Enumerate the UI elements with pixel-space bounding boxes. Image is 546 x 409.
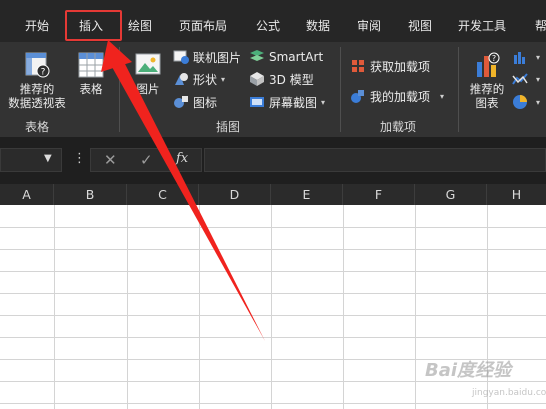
formula-input[interactable]	[204, 148, 546, 172]
tab-developer[interactable]: 开发工具	[458, 17, 506, 34]
picture-icon	[135, 53, 161, 75]
online-picture-icon	[173, 50, 189, 64]
gridline	[199, 205, 200, 409]
table-icon	[78, 52, 104, 78]
watermark-url: jingyan.baidu.com	[472, 388, 546, 398]
gridline	[0, 271, 546, 272]
gridline	[0, 249, 546, 250]
get-addins-button[interactable]: 获取加载项	[350, 57, 430, 75]
online-pictures-button[interactable]: 联机图片	[173, 48, 241, 66]
gridline	[54, 205, 55, 409]
illustrations-group-label: 插图	[216, 120, 241, 134]
chevron-down-icon: ▾	[221, 74, 226, 84]
formula-bar-area: ▼ ⋮ ✕ ✓ fx	[0, 137, 546, 184]
3d-models-button[interactable]: 3D 模型	[249, 70, 314, 88]
group-separator	[340, 47, 341, 132]
recommended-charts-icon: ?	[477, 52, 500, 77]
insert-function-icon[interactable]: fx	[176, 151, 188, 166]
group-separator	[119, 47, 120, 132]
chevron-down-icon: ▾	[321, 97, 326, 107]
gridline	[0, 315, 546, 316]
icons-icon	[174, 96, 188, 108]
icons-button[interactable]: 图标	[173, 93, 217, 111]
gridline	[0, 293, 546, 294]
table-button[interactable]: 表格	[72, 50, 110, 96]
name-box[interactable]	[0, 148, 62, 172]
smartart-button[interactable]: SmartArt	[249, 48, 323, 66]
pie-chart-icon	[513, 95, 527, 109]
chevron-down-icon: ▾	[440, 91, 445, 101]
column-header-d[interactable]: D	[199, 184, 271, 205]
pie-chart-button[interactable]: ▾	[512, 93, 540, 111]
screenshot-button[interactable]: 屏幕截图 ▾	[249, 93, 325, 111]
recommended-charts-button[interactable]: ? 推荐的 图表	[466, 50, 508, 110]
column-header-e[interactable]: E	[271, 184, 343, 205]
smartart-icon	[250, 50, 264, 61]
tab-help[interactable]: 帮	[535, 17, 546, 34]
gridline	[0, 403, 546, 404]
cancel-icon[interactable]: ✕	[104, 151, 117, 169]
screenshot-icon	[250, 97, 264, 107]
tab-formulas[interactable]: 公式	[256, 17, 280, 34]
shapes-button[interactable]: 形状 ▾	[173, 70, 225, 88]
shapes-icon	[175, 73, 188, 85]
column-chart-button[interactable]: ▾	[512, 48, 540, 66]
gridline	[127, 205, 128, 409]
column-header-b[interactable]: B	[54, 184, 127, 205]
insert-tab-highlight-box	[65, 10, 122, 41]
gridline	[271, 205, 272, 409]
line-chart-icon	[512, 73, 528, 85]
column-header-g[interactable]: G	[415, 184, 487, 205]
column-header-c[interactable]: C	[127, 184, 199, 205]
line-chart-button[interactable]: ▾	[512, 70, 540, 88]
recommended-pivottables-button[interactable]: ? 推荐的 数据透视表	[6, 50, 68, 110]
svg-text:?: ?	[41, 68, 46, 78]
chevron-down-icon[interactable]: ▼	[44, 153, 52, 164]
more-options-icon[interactable]: ⋮	[73, 151, 86, 166]
store-icon	[352, 60, 364, 72]
gridline	[0, 337, 546, 338]
gridline	[0, 227, 546, 228]
tables-group-label: 表格	[25, 120, 50, 134]
tab-data[interactable]: 数据	[306, 17, 330, 34]
tab-page-layout[interactable]: 页面布局	[179, 17, 227, 34]
column-header-a[interactable]: A	[0, 184, 54, 205]
gridline	[415, 205, 416, 409]
pictures-button[interactable]: 图片	[128, 50, 168, 96]
addins-group-label: 加载项	[380, 120, 417, 134]
tab-home[interactable]: 开始	[25, 17, 49, 34]
svg-text:?: ?	[492, 54, 496, 63]
column-header-h[interactable]: H	[487, 184, 546, 205]
my-addins-icon	[351, 90, 364, 103]
group-separator	[458, 47, 459, 132]
tab-review[interactable]: 审阅	[357, 17, 381, 34]
my-addins-button[interactable]: 我的加载项 ▾	[350, 87, 444, 105]
gridline	[343, 205, 344, 409]
chevron-down-icon: ▾	[536, 97, 541, 107]
column-chart-icon	[514, 52, 525, 64]
column-header-f[interactable]: F	[343, 184, 415, 205]
enter-check-icon[interactable]: ✓	[140, 151, 153, 169]
pivot-table-icon: ?	[25, 52, 50, 78]
tab-draw[interactable]: 绘图	[128, 17, 152, 34]
chevron-down-icon: ▾	[536, 52, 541, 62]
3d-cube-icon	[250, 72, 264, 86]
tab-view[interactable]: 视图	[408, 17, 432, 34]
watermark-logo: Bai度经验	[425, 360, 512, 381]
chevron-down-icon: ▾	[536, 74, 541, 84]
